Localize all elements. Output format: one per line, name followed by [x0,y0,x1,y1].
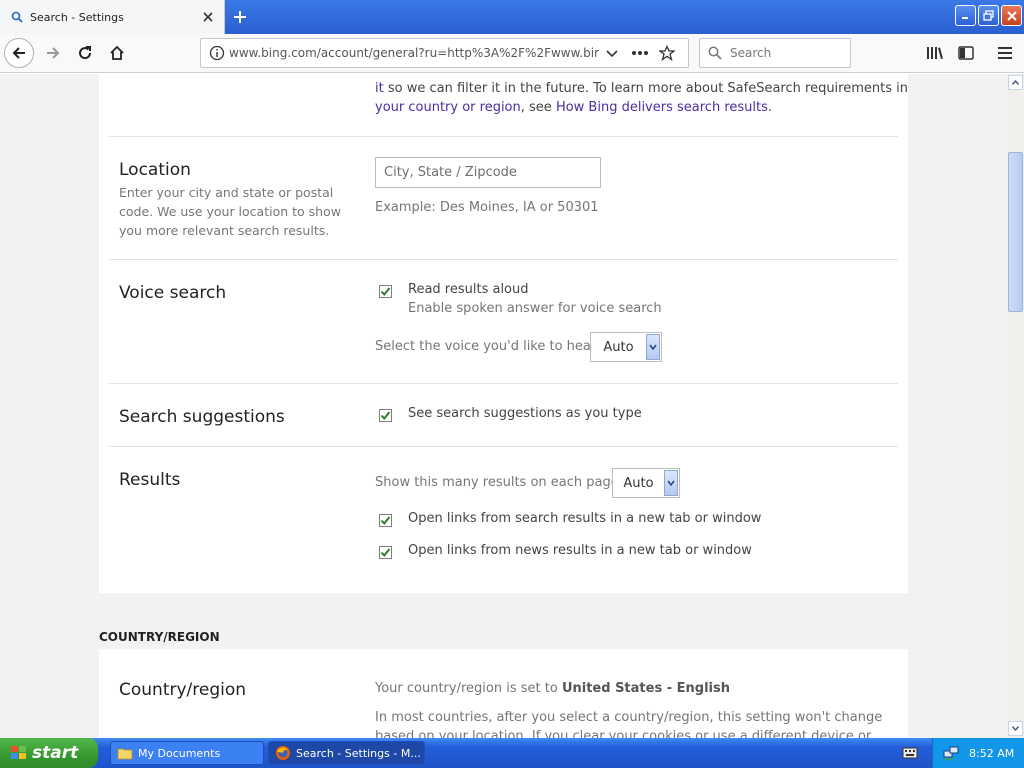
keyboard-icon[interactable] [902,746,918,760]
country-region-section-title: COUNTRY/REGION [99,630,220,644]
library-icon[interactable] [920,38,950,68]
divider [109,259,898,260]
divider [109,383,898,384]
search-icon [708,46,722,60]
forward-button[interactable] [38,38,68,68]
taskbar-my-documents[interactable]: My Documents [110,741,264,765]
results-per-page-select[interactable]: Auto [612,468,680,498]
tab-title: Search - Settings [30,10,124,24]
open-search-results-new-tab-checkbox[interactable] [379,514,392,527]
safesearch-end-text: . [767,100,773,115]
divider [109,446,898,447]
home-button[interactable] [102,38,132,68]
taskbar-item-label: Search - Settings - M... [296,746,421,760]
location-field[interactable] [375,157,601,188]
sidebar-toggle-icon[interactable] [951,38,981,68]
country-paragraph-line2: based on your location. If you clear you… [375,729,872,738]
start-label: start [32,743,79,763]
location-input[interactable] [384,165,600,180]
folder-icon [117,746,133,760]
site-info-icon[interactable] [209,45,225,61]
country-value: United States - English [561,681,730,696]
safesearch-mid-text: , see [520,100,556,115]
safesearch-link-start[interactable]: it [375,81,384,96]
minimize-button[interactable] [955,5,976,26]
results-heading: Results [119,470,181,490]
navigation-toolbar: www.bing.com/account/general?ru=http%3A%… [0,34,1024,73]
read-results-aloud-checkbox[interactable] [379,285,392,298]
start-button[interactable]: start [0,738,98,768]
open-search-results-label: Open links from search results in a new … [408,511,762,526]
checkmark-icon [380,411,391,421]
dropdown-arrow-icon[interactable] [646,334,660,360]
new-tab-button[interactable] [229,6,251,28]
search-suggestions-checkbox[interactable] [379,409,392,422]
close-tab-icon[interactable] [200,9,216,25]
country-region-link[interactable]: your country or region [375,100,521,115]
open-news-results-new-tab-checkbox[interactable] [379,546,392,559]
scrollbar-thumb[interactable] [1008,152,1023,312]
safesearch-text-line2: your country or region, see How Bing del… [375,100,772,115]
search-placeholder: Search [730,46,772,60]
tab-strip: Search - Settings [0,0,1024,34]
country-prefix-text: Your country/region is set to [375,681,562,696]
chevron-down-icon[interactable] [605,46,619,60]
country-region-heading: Country/region [119,680,247,700]
country-region-card: Country/region Your country/region is se… [99,649,908,738]
windows-taskbar: start My Documents Search - Settings - M… [0,738,1024,768]
results-select-label: Show this many results on each page [375,475,619,490]
reload-button[interactable] [70,38,100,68]
page-actions-icon[interactable] [631,50,649,56]
taskbar-firefox-window[interactable]: Search - Settings - M... [268,741,425,765]
windows-logo-icon [10,745,28,761]
address-bar[interactable]: www.bing.com/account/general?ru=http%3A%… [200,38,689,68]
browser-tab[interactable]: Search - Settings [0,0,225,34]
search-suggestions-heading: Search suggestions [119,407,285,427]
location-example: Example: Des Moines, IA or 50301 [375,200,599,215]
page-viewport: it so we can filter it in the future. To… [0,74,1007,738]
read-results-aloud-label: Read results aloud [408,282,529,297]
voice-select-label: Select the voice you'd like to hear [375,339,597,354]
checkmark-icon [380,516,391,526]
firefox-icon [275,745,291,761]
divider [109,136,898,137]
clock: 8:52 AM [969,746,1015,760]
checkmark-icon [380,548,391,558]
scroll-down-button[interactable] [1008,721,1023,736]
restore-button[interactable] [978,5,999,26]
network-icon[interactable] [943,745,959,761]
hamburger-menu-icon[interactable] [990,38,1020,68]
browser-search-box[interactable]: Search [699,38,851,68]
system-tray: 8:52 AM [932,738,1024,768]
how-bing-delivers-link[interactable]: How Bing delivers search results [556,100,768,115]
read-results-aloud-sublabel: Enable spoken answer for voice search [408,301,662,316]
url-text[interactable]: www.bing.com/account/general?ru=http%3A%… [229,46,599,60]
voice-select-value: Auto [603,339,634,355]
close-window-button[interactable] [1001,5,1022,26]
location-description: Enter your city and state or postal code… [119,185,341,238]
back-button[interactable] [4,38,34,68]
open-news-results-label: Open links from news results in a new ta… [408,543,752,558]
settings-card: it so we can filter it in the future. To… [99,74,908,593]
results-select-value: Auto [623,475,654,491]
scroll-up-button[interactable] [1008,75,1023,90]
checkmark-icon [380,287,391,297]
location-heading: Location [119,160,191,180]
taskbar-item-label: My Documents [138,746,221,760]
country-paragraph-line1: In most countries, after you select a co… [375,710,883,725]
vertical-scrollbar[interactable] [1007,74,1024,738]
voice-search-heading: Voice search [119,283,227,303]
safesearch-line1-rest: so we can filter it in the future. To le… [383,81,908,96]
safesearch-text-line1: it so we can filter it in the future. To… [375,81,908,96]
search-favicon-icon [10,10,24,24]
search-suggestions-label: See search suggestions as you type [408,406,642,421]
dropdown-arrow-icon[interactable] [664,470,678,496]
bookmark-star-icon[interactable] [659,45,675,61]
voice-select[interactable]: Auto [590,332,662,362]
country-region-current: Your country/region is set to United Sta… [375,681,730,696]
